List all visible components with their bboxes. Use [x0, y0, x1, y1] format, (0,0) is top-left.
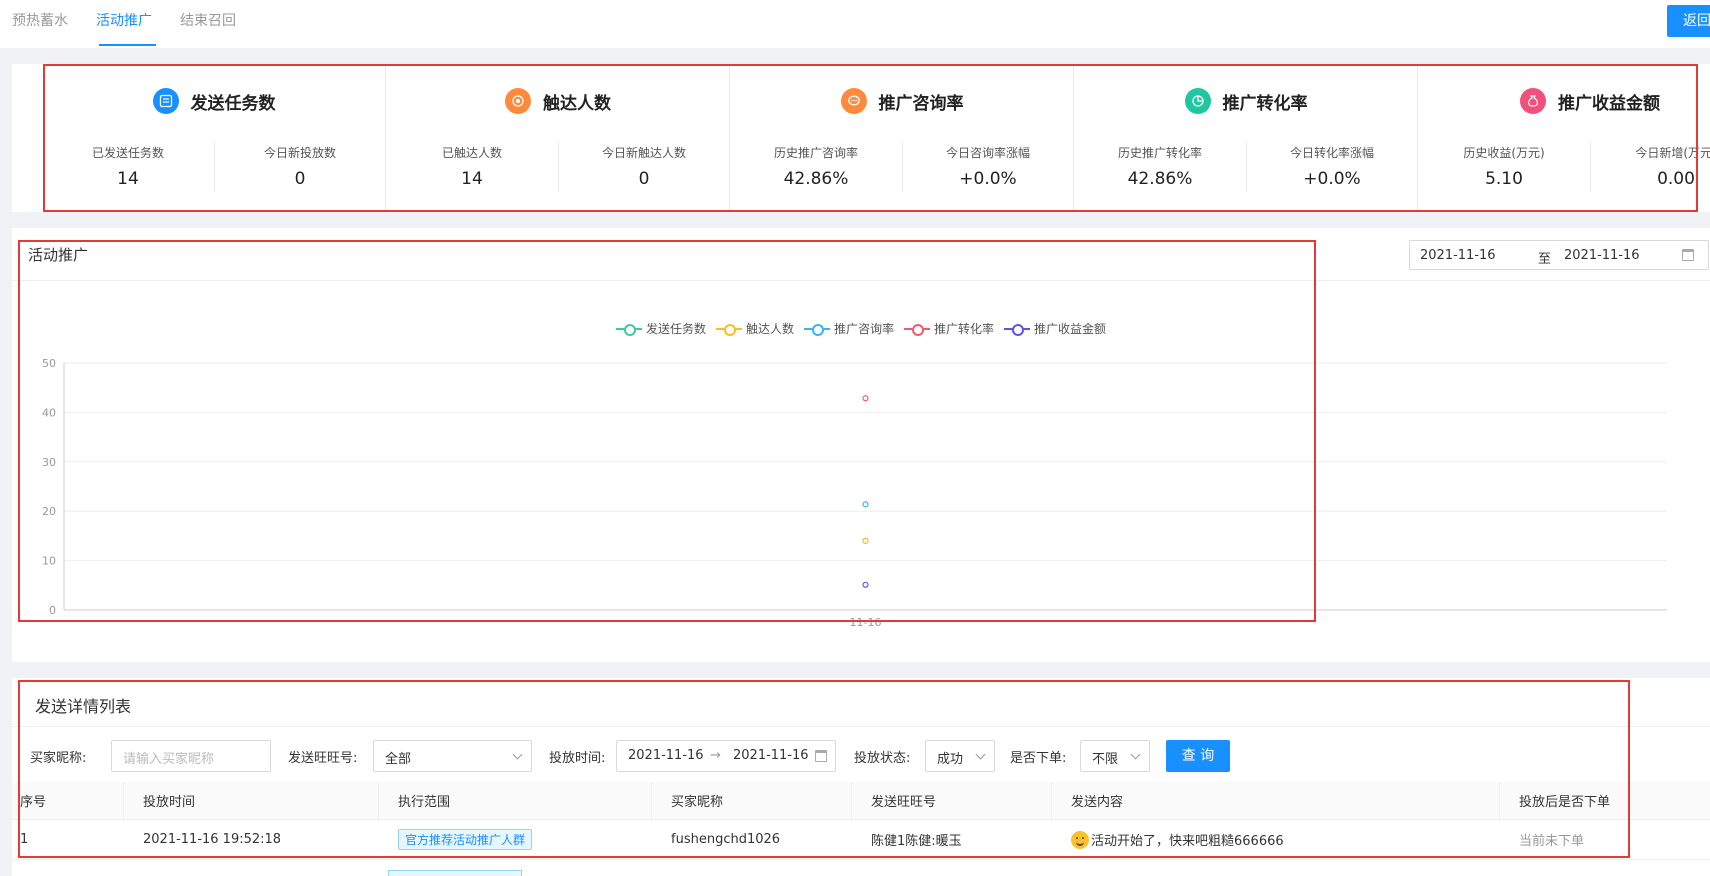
- annotation-box-stats: [43, 64, 1698, 212]
- top-bar: 预热蓄水 活动推广 结束召回 返回: [0, 0, 1710, 48]
- next-row-tag: [388, 870, 522, 876]
- tab-end-recall[interactable]: 结束召回: [168, 0, 252, 48]
- annotation-box-table: [18, 680, 1630, 858]
- active-tab-indicator: [99, 44, 156, 46]
- back-button[interactable]: 返回: [1667, 5, 1710, 37]
- tab-activity-promotion[interactable]: 活动推广: [84, 0, 168, 48]
- annotation-box-chart: [18, 240, 1316, 622]
- tab-bar: 预热蓄水 活动推广 结束召回: [0, 0, 252, 48]
- tab-preheat[interactable]: 预热蓄水: [0, 0, 84, 48]
